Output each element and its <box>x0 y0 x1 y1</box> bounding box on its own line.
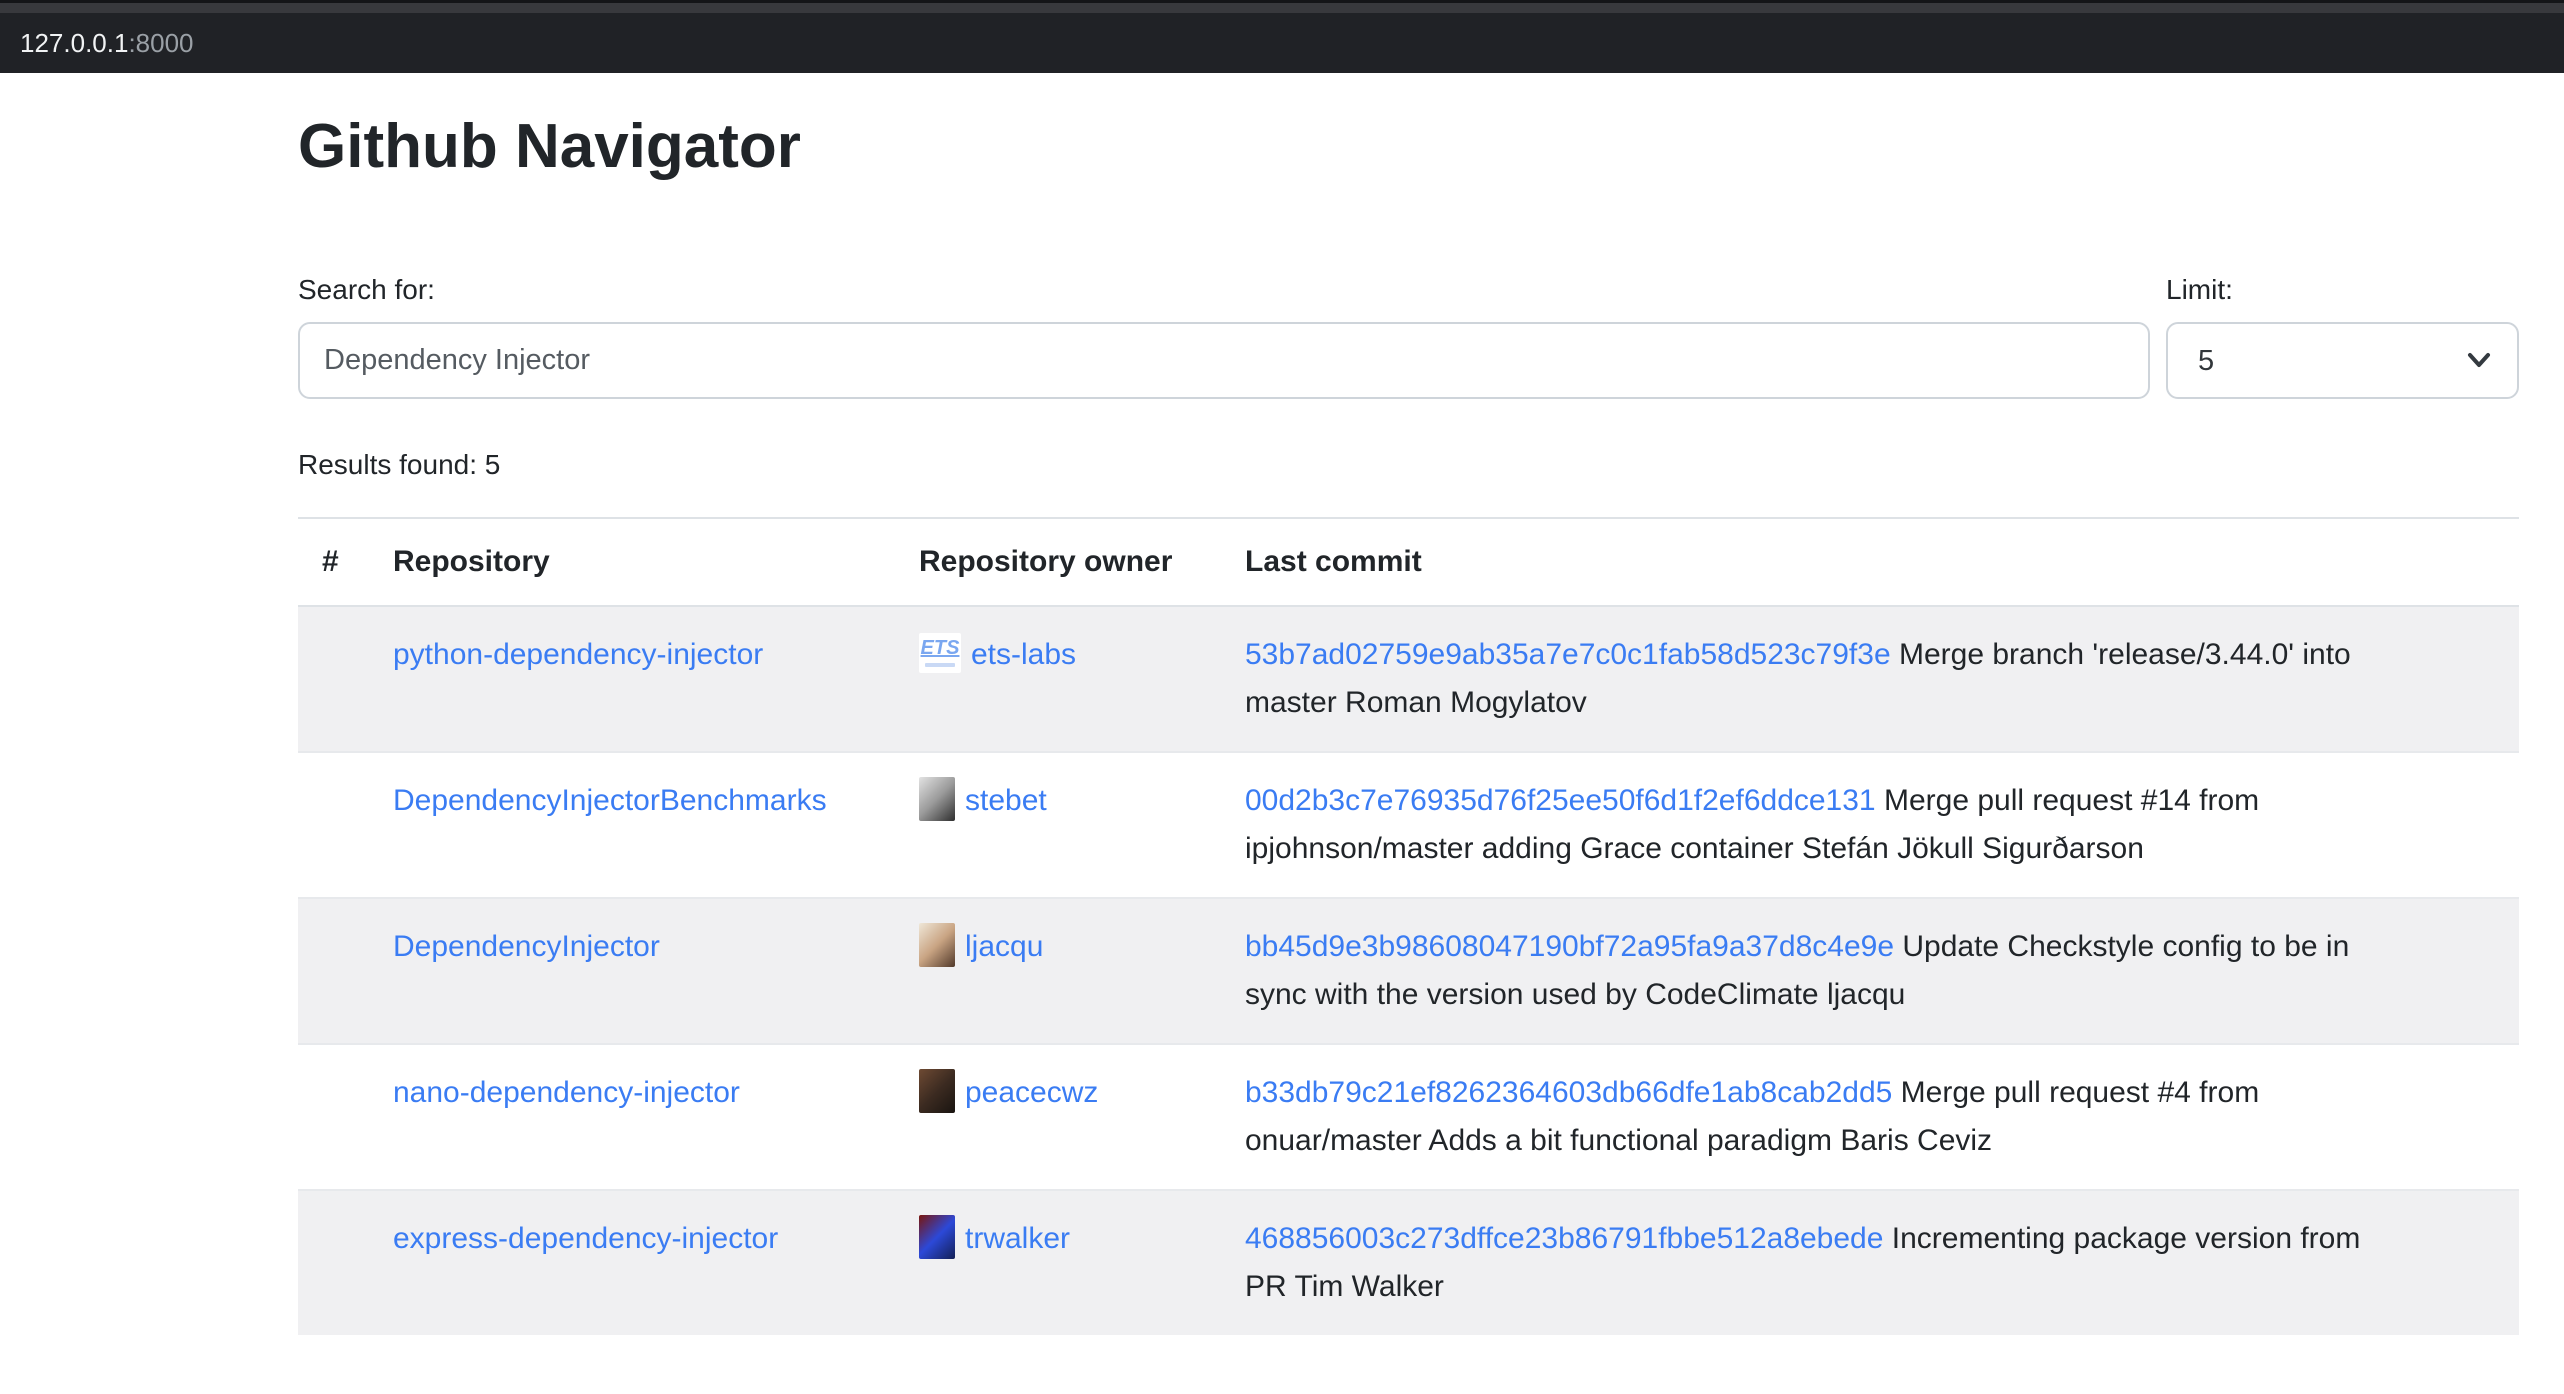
repository-cell: nano-dependency-injector <box>369 1044 895 1190</box>
commit-cell: b33db79c21ef8262364603db66dfe1ab8cab2dd5… <box>1221 1044 2519 1190</box>
commit-cell: 00d2b3c7e76935d76f25ee50f6d1f2ef6ddce131… <box>1221 752 2519 898</box>
owner-cell: ETS ets-labs <box>895 606 1221 752</box>
commit-cell: 468856003c273dffce23b86791fbbe512a8ebede… <box>1221 1190 2519 1335</box>
row-index-cell <box>298 898 369 1044</box>
table-row: DependencyInjectorljacqubb45d9e3b9860804… <box>298 898 2519 1044</box>
limit-group: Limit: 5 <box>2166 274 2519 399</box>
owner-cell: peacecwz <box>895 1044 1221 1190</box>
owner-avatar <box>919 923 955 967</box>
repository-cell: express-dependency-injector <box>369 1190 895 1335</box>
results-table: #RepositoryRepository ownerLast commit p… <box>298 517 2519 1335</box>
limit-label: Limit: <box>2166 274 2519 306</box>
commit-hash-link[interactable]: 468856003c273dffce23b86791fbbe512a8ebede <box>1245 1222 1883 1255</box>
limit-select[interactable]: 5 <box>2166 322 2519 399</box>
table-row: express-dependency-injector trwalker 46885… <box>298 1190 2519 1335</box>
row-index-cell <box>298 752 369 898</box>
column-header-last-commit: Last commit <box>1221 518 2519 606</box>
commit-cell: bb45d9e3b98608047190bf72a95fa9a37d8c4e9e… <box>1221 898 2519 1044</box>
row-index-cell <box>298 1044 369 1190</box>
commit-author: Roman Mogylatov <box>1345 686 1587 719</box>
commit-author: Stefán Jökull Sigurðarson <box>1802 832 2144 865</box>
avatar-logo-subline <box>925 663 954 667</box>
page-content: Github Navigator Search for: Limit: 5 Re… <box>0 111 2564 1335</box>
column-header-repository: Repository <box>369 518 895 606</box>
column-header-repository-owner: Repository owner <box>895 518 1221 606</box>
repository-link[interactable]: DependencyInjectorBenchmarks <box>393 784 827 817</box>
page-title: Github Navigator <box>298 111 2519 182</box>
commit-author: ljacqu <box>1827 978 1905 1011</box>
commit-hash-link[interactable]: 00d2b3c7e76935d76f25ee50f6d1f2ef6ddce131 <box>1245 784 1876 817</box>
commit-author: Tim Walker <box>1294 1270 1443 1303</box>
repository-link[interactable]: python-dependency-injector <box>393 638 763 671</box>
owner-avatar <box>919 777 955 821</box>
search-controls: Search for: Limit: 5 <box>298 274 2519 399</box>
row-index-cell <box>298 606 369 752</box>
commit-hash-link[interactable]: 53b7ad02759e9ab35a7e7c0c1fab58d523c79f3e <box>1245 638 1891 671</box>
search-input[interactable] <box>298 322 2150 399</box>
url-port: :8000 <box>128 28 193 59</box>
results-summary: Results found: 5 <box>298 449 2519 481</box>
repository-cell: DependencyInjectorBenchmarks <box>369 752 895 898</box>
owner-cell: trwalker <box>895 1190 1221 1335</box>
url-host: 127.0.0.1 <box>20 28 128 59</box>
table-row: python-dependency-injector ETS ets-labs 53b… <box>298 606 2519 752</box>
commit-hash-link[interactable]: b33db79c21ef8262364603db66dfe1ab8cab2dd5 <box>1245 1076 1892 1109</box>
owner-link[interactable]: ets-labs <box>971 638 1076 671</box>
url-bar[interactable]: 127.0.0.1:8000 <box>0 13 2564 73</box>
owner-link[interactable]: ljacqu <box>965 930 1043 963</box>
table-row: DependencyInjectorBenchmarks stebet 00d2b3… <box>298 752 2519 898</box>
results-table-body: python-dependency-injector ETS ets-labs 53b… <box>298 606 2519 1335</box>
browser-tab-strip <box>0 0 2564 13</box>
search-group: Search for: <box>298 274 2150 399</box>
owner-avatar: ETS <box>919 633 961 673</box>
row-index-cell <box>298 1190 369 1335</box>
owner-cell: stebet <box>895 752 1221 898</box>
owner-link[interactable]: trwalker <box>965 1222 1070 1255</box>
owner-avatar <box>919 1069 955 1113</box>
commit-author: Baris Ceviz <box>1840 1124 1992 1157</box>
browser-address-bar: 127.0.0.1:8000 <box>0 0 2564 73</box>
table-header-row: #RepositoryRepository ownerLast commit <box>298 518 2519 606</box>
repository-link[interactable]: express-dependency-injector <box>393 1222 778 1255</box>
repository-cell: python-dependency-injector <box>369 606 895 752</box>
commit-cell: 53b7ad02759e9ab35a7e7c0c1fab58d523c79f3e… <box>1221 606 2519 752</box>
table-row: nano-dependency-injector peacecwz b33db79c… <box>298 1044 2519 1190</box>
owner-cell: ljacqu <box>895 898 1221 1044</box>
repository-link[interactable]: nano-dependency-injector <box>393 1076 740 1109</box>
owner-avatar <box>919 1215 955 1259</box>
commit-hash-link[interactable]: bb45d9e3b98608047190bf72a95fa9a37d8c4e9e <box>1245 930 1894 963</box>
repository-cell: DependencyInjector <box>369 898 895 1044</box>
column-header-index: # <box>298 518 369 606</box>
search-label: Search for: <box>298 274 2150 306</box>
owner-link[interactable]: peacecwz <box>965 1076 1098 1109</box>
repository-link[interactable]: DependencyInjector <box>393 930 660 963</box>
owner-link[interactable]: stebet <box>965 784 1047 817</box>
